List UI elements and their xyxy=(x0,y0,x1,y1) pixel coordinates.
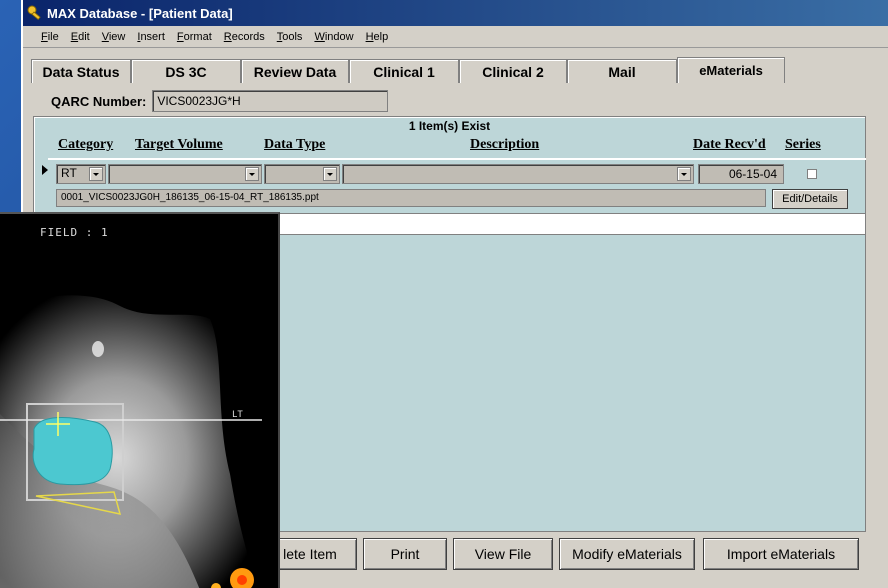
tab-strip: Data Status DS 3C Review Data Clinical 1… xyxy=(31,57,785,83)
column-data-type[interactable]: Data Type xyxy=(264,137,325,153)
qarc-number-row: QARC Number: VICS0023JG*H xyxy=(51,90,389,112)
app-key-icon xyxy=(27,5,41,21)
view-file-button[interactable]: View File xyxy=(453,538,553,570)
target-volume-combo[interactable] xyxy=(108,164,262,184)
menu-help[interactable]: Help xyxy=(366,31,389,43)
tab-clinical-2[interactable]: Clinical 2 xyxy=(459,59,567,83)
print-button[interactable]: Print xyxy=(363,538,447,570)
column-category[interactable]: Category xyxy=(58,137,113,153)
description-combo[interactable] xyxy=(342,164,694,184)
menu-records[interactable]: Records xyxy=(224,31,265,43)
date-recvd-field[interactable]: 06-15-04 xyxy=(698,164,784,184)
modify-ematerials-button[interactable]: Modify eMaterials xyxy=(559,538,695,570)
import-ematerials-button[interactable]: Import eMaterials xyxy=(703,538,859,570)
lt-marker-label: LT xyxy=(232,410,243,420)
qarc-label: QARC Number: xyxy=(51,93,147,109)
tab-ematerials[interactable]: eMaterials xyxy=(677,57,785,83)
title-bar[interactable]: MAX Database - [Patient Data] xyxy=(23,0,888,26)
menu-window[interactable]: Window xyxy=(314,31,353,43)
column-date-recvd[interactable]: Date Recv'd xyxy=(693,137,766,153)
xray-overlay-image: FIELD : 1 LT xyxy=(0,212,280,588)
menu-tools[interactable]: Tools xyxy=(277,31,303,43)
category-value: RT xyxy=(61,166,77,180)
column-description[interactable]: Description xyxy=(470,137,539,153)
header-separator xyxy=(48,158,866,160)
menu-bar: File Edit View Insert Format Records Too… xyxy=(23,26,888,48)
field-label: FIELD : 1 xyxy=(40,226,109,239)
edit-details-button[interactable]: Edit/Details xyxy=(772,189,848,209)
xray-scan-graphic xyxy=(0,295,262,588)
category-combo[interactable]: RT xyxy=(56,164,106,184)
chevron-down-icon[interactable] xyxy=(245,167,259,181)
chevron-down-icon[interactable] xyxy=(323,167,337,181)
menu-edit[interactable]: Edit xyxy=(71,31,90,43)
tab-clinical-1[interactable]: Clinical 1 xyxy=(349,59,459,83)
tab-ds-3c[interactable]: DS 3C xyxy=(131,59,241,83)
menu-file[interactable]: File xyxy=(41,31,59,43)
qarc-number-field[interactable]: VICS0023JG*H xyxy=(152,90,389,112)
tab-mail[interactable]: Mail xyxy=(567,59,677,83)
window-title: MAX Database - [Patient Data] xyxy=(47,5,233,21)
items-count: 1 Item(s) Exist xyxy=(408,119,491,133)
column-series[interactable]: Series xyxy=(785,137,821,153)
data-type-combo[interactable] xyxy=(264,164,340,184)
menu-format[interactable]: Format xyxy=(177,31,212,43)
menu-view[interactable]: View xyxy=(102,31,126,43)
record-selector-icon[interactable] xyxy=(42,165,48,175)
column-target-volume[interactable]: Target Volume xyxy=(135,137,223,153)
chevron-down-icon[interactable] xyxy=(677,167,691,181)
chevron-down-icon[interactable] xyxy=(89,167,103,181)
menu-insert[interactable]: Insert xyxy=(137,31,165,43)
tab-review-data[interactable]: Review Data xyxy=(241,59,349,83)
tab-data-status[interactable]: Data Status xyxy=(31,59,131,83)
series-checkbox[interactable] xyxy=(807,169,817,179)
file-path-field[interactable]: 0001_VICS0023JG0H_186135_06-15-04_RT_186… xyxy=(56,189,766,207)
